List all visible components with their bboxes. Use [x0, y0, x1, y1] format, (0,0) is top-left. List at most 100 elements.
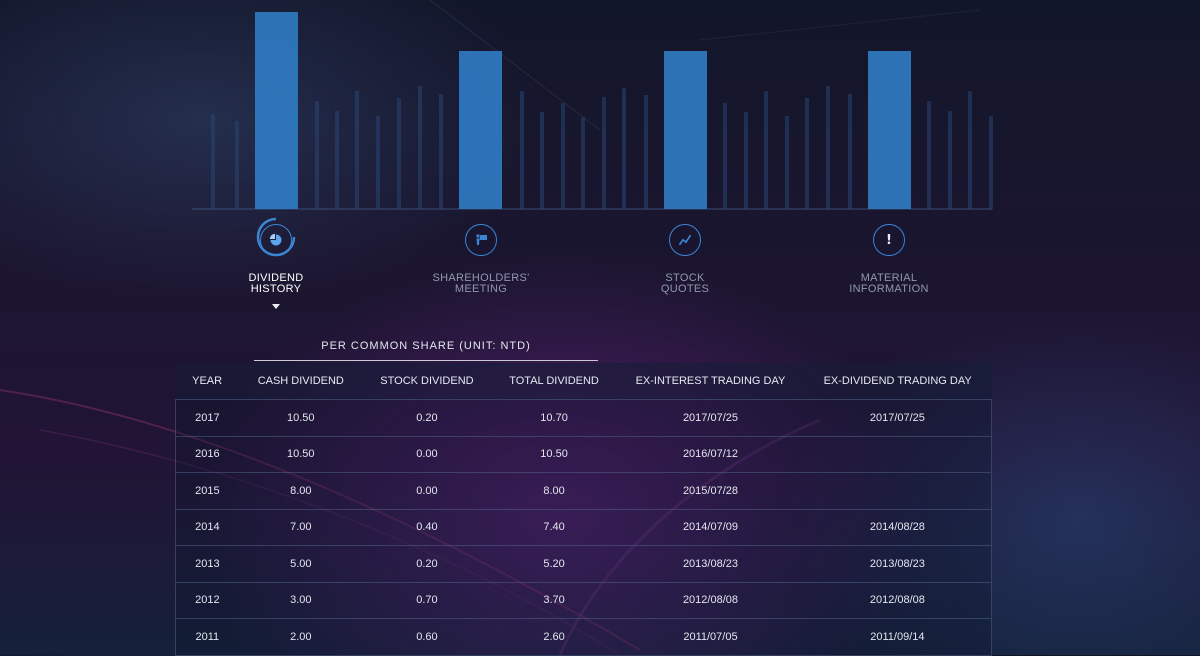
cell-stock-dividend: 0.00 [416, 484, 438, 497]
decorative-bar [315, 101, 319, 209]
decorative-bar [989, 116, 993, 209]
highlight-bar [868, 51, 911, 209]
caret-down-icon [272, 304, 280, 309]
table-row: 2011 2.00 0.60 2.60 2011/07/05 2011/09/1… [175, 618, 992, 655]
cell-total-dividend: 2.60 [543, 630, 565, 643]
table-row: 2013 5.00 0.20 5.20 2013/08/23 2013/08/2… [175, 545, 992, 583]
cell-ex-dividend-day: 2013/08/23 [869, 557, 925, 570]
line-chart-icon [669, 224, 701, 256]
cell-cash-dividend: 10.50 [287, 448, 315, 461]
col-header-year: YEAR [192, 375, 223, 387]
nav-item-material-information[interactable]: ! MATERIAL INFORMATION [819, 210, 959, 295]
cell-ex-dividend-day: 2017/07/25 [869, 411, 925, 424]
decorative-bar [968, 91, 972, 209]
cell-ex-interest-day: 2014/07/09 [682, 521, 738, 534]
cell-ex-dividend-day [804, 436, 992, 473]
cell-year: 2016 [195, 448, 220, 461]
decorative-bar [335, 111, 339, 209]
cell-stock-dividend: 0.60 [416, 630, 438, 643]
cell-cash-dividend: 5.00 [290, 557, 312, 570]
presenter-icon [465, 224, 497, 256]
cell-stock-dividend: 0.40 [416, 521, 438, 534]
nav-label: STOCK QUOTES [660, 272, 710, 295]
cell-year: 2011 [195, 630, 220, 643]
cell-total-dividend: 8.00 [543, 484, 565, 497]
cell-ex-interest-day: 2012/08/08 [682, 594, 738, 607]
cell-ex-dividend-day: 2011/09/14 [870, 630, 925, 643]
nav-item-stock-quotes[interactable]: STOCK QUOTES [615, 210, 755, 295]
decorative-bar [785, 116, 789, 209]
cell-year: 2012 [195, 594, 220, 607]
cell-ex-dividend-day [804, 473, 992, 510]
cell-ex-interest-day: 2016/07/12 [682, 448, 738, 461]
cell-cash-dividend: 2.00 [290, 630, 312, 643]
table-row: 2014 7.00 0.40 7.40 2014/07/09 2014/08/2… [175, 509, 992, 546]
cell-ex-dividend-day: 2012/08/08 [869, 594, 925, 607]
cell-total-dividend: 7.40 [543, 521, 565, 534]
decorative-bar [439, 94, 443, 209]
cell-total-dividend: 10.50 [540, 448, 568, 461]
cell-total-dividend: 10.70 [540, 411, 568, 424]
highlight-bar [255, 12, 298, 209]
decorative-bar [418, 86, 422, 209]
cell-stock-dividend: 0.00 [416, 448, 438, 461]
decorative-bar [744, 112, 748, 209]
cell-ex-interest-day: 2017/07/25 [682, 411, 738, 424]
table-row: 2015 8.00 0.00 8.00 2015/07/28 [175, 472, 992, 510]
cell-ex-interest-day: 2013/08/23 [682, 557, 738, 570]
decorative-bar [376, 116, 380, 209]
nav-label: SHAREHOLDERS' MEETING [432, 272, 530, 295]
dividend-table: YEAR CASH DIVIDEND STOCK DIVIDEND TOTAL … [175, 363, 992, 656]
exclamation-icon: ! [873, 224, 905, 256]
cell-cash-dividend: 3.00 [290, 594, 312, 607]
cell-year: 2015 [195, 484, 220, 497]
decorative-bar [826, 86, 830, 209]
decorative-bar [927, 101, 931, 209]
section-nav: DIVIDEND HISTORY SHAREHOLDERS' MEETING S… [0, 210, 1200, 315]
cell-ex-dividend-day: 2014/08/28 [869, 521, 925, 534]
cell-stock-dividend: 0.20 [416, 557, 438, 570]
decorative-bar [561, 103, 565, 209]
cell-year: 2013 [195, 557, 220, 570]
decorative-bar [520, 91, 524, 209]
table-subtitle: PER COMMON SHARE (UNIT: NTD) [254, 340, 598, 361]
cell-total-dividend: 5.20 [543, 557, 565, 570]
cell-cash-dividend: 8.00 [290, 484, 312, 497]
cell-cash-dividend: 10.50 [287, 411, 315, 424]
table-row: 2016 10.50 0.00 10.50 2016/07/12 [175, 436, 992, 473]
decorative-bar [355, 91, 359, 209]
cell-ex-interest-day: 2011/07/05 [683, 630, 738, 643]
highlight-bar [664, 51, 707, 209]
decorative-bars [192, 12, 993, 210]
decorative-bar [848, 94, 852, 209]
col-header-stock-dividend: STOCK DIVIDEND [380, 375, 474, 387]
nav-label: DIVIDEND HISTORY [248, 272, 304, 295]
cell-ex-interest-day: 2015/07/28 [682, 484, 738, 497]
decorative-bar [540, 112, 544, 209]
pie-chart-icon [260, 224, 292, 256]
decorative-bar [948, 111, 952, 209]
nav-item-shareholders-meeting[interactable]: SHAREHOLDERS' MEETING [411, 210, 551, 295]
table-row: 2017 10.50 0.20 10.70 2017/07/25 2017/07… [175, 399, 992, 437]
cell-year: 2014 [195, 521, 220, 534]
table-header-row: YEAR CASH DIVIDEND STOCK DIVIDEND TOTAL … [175, 363, 992, 400]
nav-item-dividend-history[interactable]: DIVIDEND HISTORY [206, 210, 346, 309]
decorative-bar [805, 98, 809, 209]
cell-total-dividend: 3.70 [543, 594, 565, 607]
col-header-ex-dividend-day: EX-DIVIDEND TRADING DAY [823, 375, 972, 387]
table-row: 2012 3.00 0.70 3.70 2012/08/08 2012/08/0… [175, 582, 992, 619]
cell-year: 2017 [195, 411, 220, 424]
decorative-bar [397, 98, 401, 209]
decorative-bar [622, 88, 626, 209]
decorative-bar [644, 95, 648, 209]
col-header-total-dividend: TOTAL DIVIDEND [509, 375, 599, 387]
cell-stock-dividend: 0.70 [416, 594, 438, 607]
decorative-bar [764, 91, 768, 209]
col-header-ex-interest-day: EX-INTEREST TRADING DAY [635, 375, 786, 387]
col-header-cash-dividend: CASH DIVIDEND [257, 375, 344, 387]
decorative-bar [602, 97, 606, 209]
decorative-bar [211, 114, 215, 209]
decorative-bar [723, 103, 727, 209]
cell-cash-dividend: 7.00 [290, 521, 312, 534]
nav-label: MATERIAL INFORMATION [849, 272, 929, 295]
